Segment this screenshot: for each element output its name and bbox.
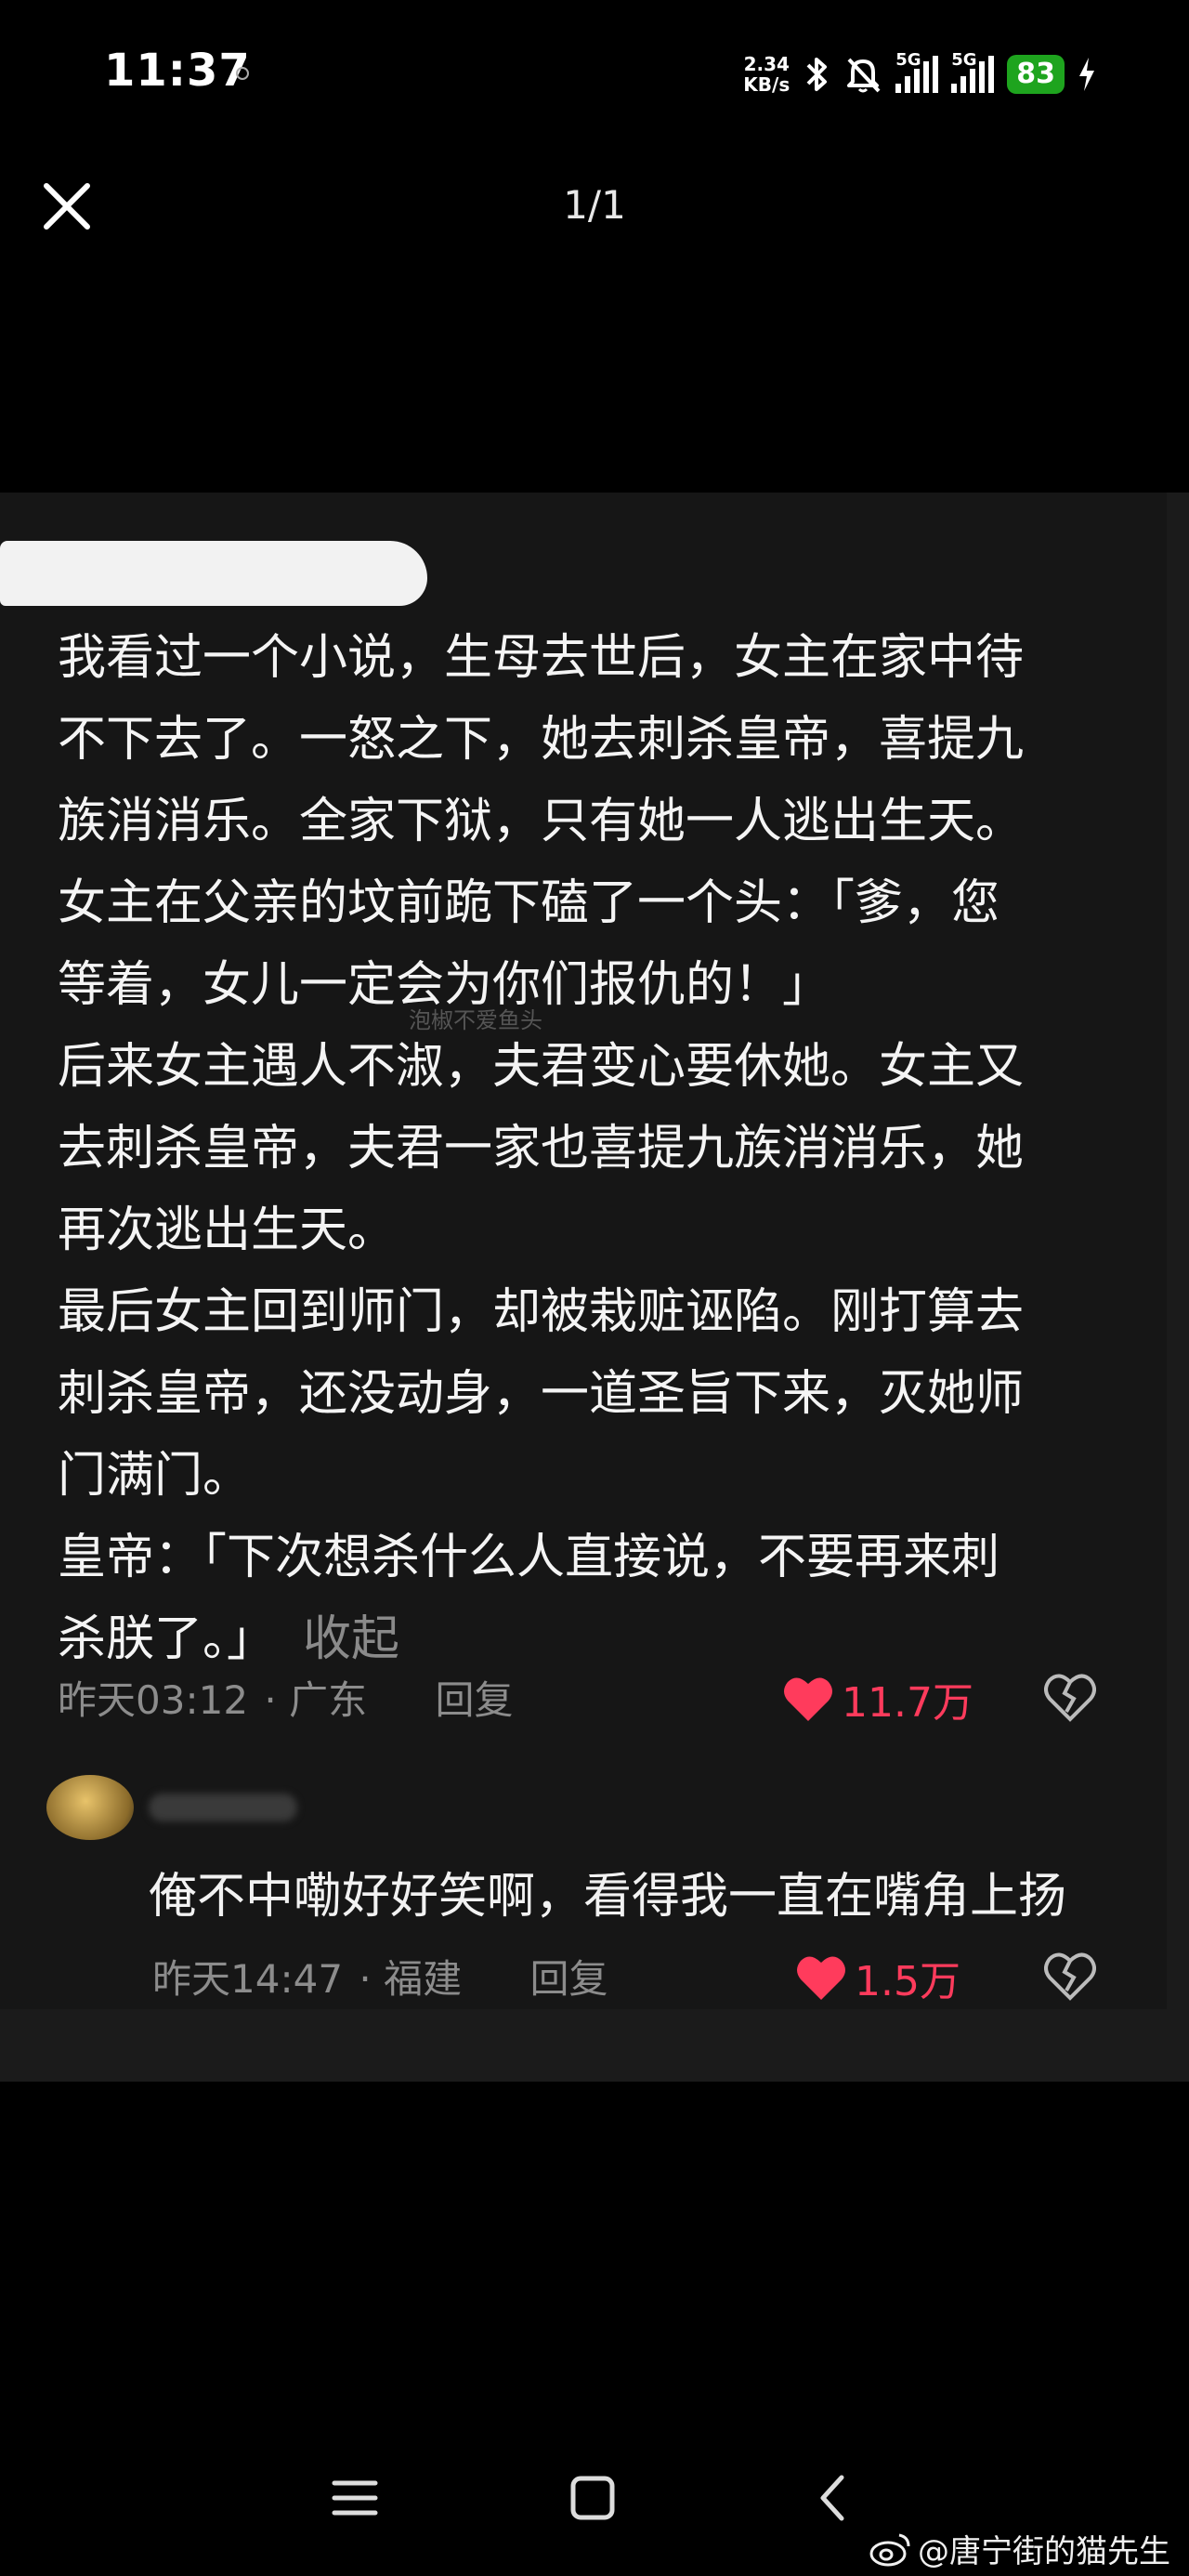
reply-button[interactable]: 回复 <box>435 1677 513 1723</box>
battery-indicator: 83 <box>1007 55 1065 94</box>
status-bar: 11:37 2.34 KB/s 5G 5G 83 <box>0 0 1189 149</box>
comment-location: · 广东 <box>264 1677 368 1723</box>
reply-time: 昨天14:47 <box>152 1956 344 2002</box>
comment-line: 等着，女儿一定会为你们报仇的！」 <box>58 957 831 1013</box>
back-icon[interactable] <box>814 2472 851 2524</box>
reply-reply-button[interactable]: 回复 <box>529 1956 608 2002</box>
bluetooth-icon <box>806 58 828 91</box>
comment-line: 族消消乐。全家下狱，只有她一人逃出生天。 <box>58 794 1025 849</box>
comment-screenshot: 我看过一个小说，生母去世后，女主在家中待 不下去了。一怒之下，她去刺杀皇帝，喜提… <box>0 493 1167 2009</box>
image-viewport[interactable]: 我看过一个小说，生母去世后，女主在家中待 不下去了。一怒之下，她去刺杀皇帝，喜提… <box>0 493 1189 2082</box>
comment-line: 刺杀皇帝，还没动身，一道圣旨下来，灭她师 <box>58 1366 1025 1422</box>
notification-dot-icon <box>236 67 249 80</box>
net-speed-value: 2.34 <box>743 53 790 75</box>
home-icon[interactable] <box>568 2474 617 2522</box>
bell-muted-icon <box>847 58 881 93</box>
comment-line: 去刺杀皇帝，夫君一家也喜提九族消消乐，她 <box>58 1121 1025 1176</box>
comment-line: 再次逃出生天。 <box>58 1203 397 1258</box>
comment-meta: 昨天03:12 · 广东 回复 <box>58 1669 513 1726</box>
net-speed: 2.34 KB/s <box>743 54 790 95</box>
comment-line: 女主在父亲的坟前跪下磕了一个头：「爹，您 <box>58 875 1000 931</box>
like-count: 11.7万 <box>842 1679 973 1727</box>
heart-icon <box>797 1956 845 2000</box>
redacted-username <box>0 541 427 606</box>
comment-text: 我看过一个小说，生母去世后，女主在家中待 不下去了。一怒之下，她去刺杀皇帝，喜提… <box>58 617 1098 1680</box>
weibo-handle: @唐宁街的猫先生 <box>918 2533 1170 2570</box>
blurred-username <box>149 1794 297 1821</box>
watermark: 泡椒不爱鱼头 <box>409 1007 542 1033</box>
clock: 11:37 <box>104 45 251 97</box>
comment-line: 杀朕了。」 <box>58 1611 276 1667</box>
charging-icon <box>1079 58 1094 91</box>
comment-line: 不下去了。一怒之下，她去刺杀皇帝，喜提九 <box>58 712 1025 768</box>
weibo-icon <box>869 2533 910 2566</box>
reply-location: · 福建 <box>359 1956 463 2002</box>
signal-5g-1-icon: 5G <box>895 50 939 93</box>
signal2-label: 5G <box>951 50 977 70</box>
avatar[interactable] <box>46 1775 134 1840</box>
reply-text: 俺不中嘞好好笑啊，看得我一直在嘴角上扬 <box>149 1869 1067 1925</box>
comment-line: 最后女主回到师门，却被栽赃诬陷。刚打算去 <box>58 1284 1025 1340</box>
comment-line: 后来女主遇人不淑，夫君变心要休她。女主又 <box>58 1039 1025 1095</box>
like-count: 1.5万 <box>855 1958 960 2005</box>
reply-meta: 昨天14:47 · 福建 回复 <box>152 1948 608 2004</box>
dislike-icon[interactable] <box>1044 1671 1096 1723</box>
comment-line: 我看过一个小说，生母去世后，女主在家中待 <box>58 630 1025 686</box>
comment-last-line: 杀朕了。」 收起 <box>58 1598 1098 1680</box>
comment-line: 门满门。 <box>58 1448 252 1504</box>
heart-icon <box>784 1677 832 1721</box>
comment-line: 皇帝：「下次想杀什么人直接说，不要再来刺 <box>58 1530 1000 1585</box>
reply-like-button[interactable]: 1.5万 <box>795 1948 960 2007</box>
weibo-watermark: @唐宁街的猫先生 <box>869 2526 1170 2571</box>
comment-time: 昨天03:12 <box>58 1677 249 1723</box>
net-speed-unit: KB/s <box>743 73 790 96</box>
dislike-icon[interactable] <box>1044 1950 1096 2002</box>
signal-5g-2-icon: 5G <box>951 50 995 93</box>
collapse-link[interactable]: 收起 <box>303 1611 399 1667</box>
signal1-label: 5G <box>895 50 921 70</box>
menu-icon[interactable] <box>331 2476 379 2520</box>
like-button[interactable]: 11.7万 <box>782 1669 973 1728</box>
page-counter: 1/1 <box>563 182 626 228</box>
status-icons: 2.34 KB/s 5G 5G 83 <box>743 48 1096 100</box>
